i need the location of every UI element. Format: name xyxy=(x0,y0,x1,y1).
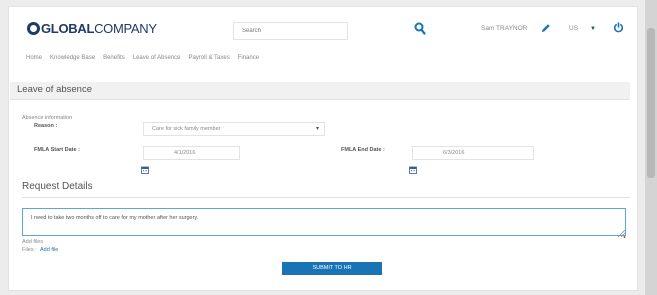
resize-handle-icon[interactable] xyxy=(616,228,626,238)
add-file-link[interactable]: Add file xyxy=(40,247,58,253)
calendar-icon[interactable] xyxy=(409,166,417,174)
chevron-down-icon[interactable]: ▼ xyxy=(590,26,596,32)
files-label: Files : xyxy=(22,247,37,253)
reason-label: Reason : xyxy=(34,123,58,129)
logo-mark-icon xyxy=(27,21,40,35)
section-header xyxy=(10,82,630,100)
request-details-textarea[interactable]: I need to take two months off to care fo… xyxy=(22,208,626,236)
nav-item-leave-of-absence[interactable]: Leave of Absence xyxy=(133,55,181,61)
absence-info-label: Absence information xyxy=(22,115,73,121)
scrollbar-thumb[interactable] xyxy=(647,28,655,178)
nav-item-payroll-taxes[interactable]: Payroll & Taxes xyxy=(188,55,229,61)
pencil-icon[interactable] xyxy=(541,23,551,33)
fmla-start-label: FMLA Start Date : xyxy=(34,147,80,153)
search-icon[interactable] xyxy=(414,22,426,36)
fmla-end-date-value: 6/3/2016 xyxy=(443,150,465,156)
divider xyxy=(22,197,630,198)
language-selector[interactable]: US xyxy=(569,25,578,32)
nav-item-home[interactable]: Home xyxy=(26,55,42,61)
page-title: Leave of absence xyxy=(17,84,93,95)
chevron-down-icon: ▾ xyxy=(315,126,319,132)
submit-to-hr-button[interactable]: SUBMIT TO HR xyxy=(282,262,382,275)
add-files-label: Add files xyxy=(22,239,44,245)
page-container xyxy=(8,6,638,291)
power-icon[interactable] xyxy=(613,22,624,33)
fmla-start-date-field[interactable]: 4/1/2016 xyxy=(143,146,240,160)
nav-item-knowledge-base[interactable]: Knowledge Base xyxy=(50,55,95,61)
company-logo[interactable]: GLOBAL COMPANY xyxy=(27,19,157,37)
reason-select-value: Care for sick family member xyxy=(152,126,221,132)
request-details-text: I need to take two months off to care fo… xyxy=(31,215,199,221)
reason-select[interactable]: Care for sick family member ▾ xyxy=(143,122,325,136)
fmla-end-label: FMLA End Date : xyxy=(341,147,385,153)
fmla-end-date-field[interactable]: 6/3/2016 xyxy=(412,146,534,160)
logo-text-bold: GLOBAL xyxy=(41,20,95,36)
user-name[interactable]: Sam TRAYNOR xyxy=(481,25,527,32)
search-input[interactable] xyxy=(233,22,348,40)
logo-text-light: COMPANY xyxy=(94,20,157,36)
main-nav: Home Knowledge Base Benefits Leave of Ab… xyxy=(26,55,267,61)
calendar-icon[interactable] xyxy=(141,166,149,174)
nav-item-benefits[interactable]: Benefits xyxy=(103,55,125,61)
nav-item-finance[interactable]: Finance xyxy=(238,55,259,61)
fmla-start-date-value: 4/1/2016 xyxy=(174,150,196,156)
request-details-title: Request Details xyxy=(22,181,93,192)
